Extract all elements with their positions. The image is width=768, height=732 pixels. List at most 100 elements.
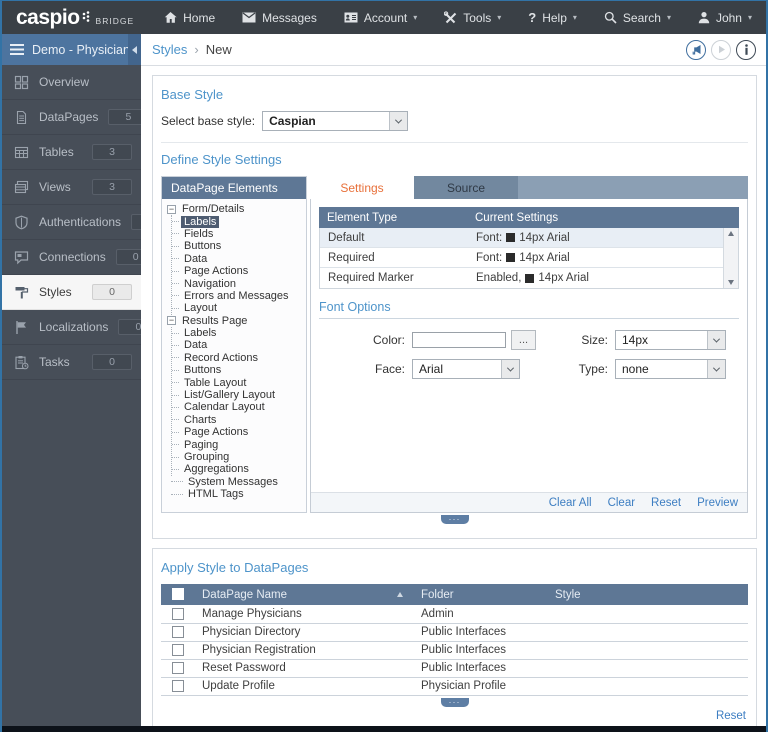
sidebar-item-styles[interactable]: Styles 0 [2, 275, 141, 310]
preview-play-button[interactable] [711, 40, 731, 60]
row-checkbox[interactable] [172, 680, 184, 692]
tree-node-page-actions[interactable]: Page Actions [172, 265, 304, 277]
tasks-icon [14, 355, 29, 370]
nav-search[interactable]: Search ▾ [604, 11, 671, 25]
tree-node-form-details[interactable]: −Form/Details [167, 203, 304, 215]
size-select[interactable]: 14px [615, 330, 726, 350]
base-style-value: Caspian [269, 114, 316, 128]
sidebar-item-authentications[interactable]: Authentications 2 [2, 205, 141, 240]
scroll-up-icon[interactable] [728, 231, 734, 236]
flag-icon [14, 320, 29, 335]
tree-node-paging[interactable]: Paging [172, 438, 304, 450]
tree-node-fields[interactable]: Fields [172, 228, 304, 240]
nav-user[interactable]: John ▾ [698, 11, 752, 25]
folder-column-header[interactable]: Folder [413, 584, 547, 605]
row-checkbox[interactable] [172, 626, 184, 638]
info-button[interactable] [736, 40, 756, 60]
row-checkbox[interactable] [172, 608, 184, 620]
table-row[interactable]: Update Profile Physician Profile [161, 677, 748, 695]
breadcrumb-styles-link[interactable]: Styles [152, 42, 187, 57]
scroll-down-icon[interactable] [728, 280, 734, 285]
table-row[interactable]: Reset Password Public Interfaces [161, 659, 748, 677]
tree-node-layout[interactable]: Layout [172, 302, 304, 314]
nav-label: Tools [463, 11, 491, 25]
tree-node-labels[interactable]: Labels [172, 327, 304, 339]
table-row[interactable]: Physician Registration Public Interfaces [161, 641, 748, 659]
tree-node-grouping[interactable]: Grouping [172, 451, 304, 463]
row-checkbox[interactable] [172, 644, 184, 656]
tree-node-errors-messages[interactable]: Errors and Messages [172, 290, 304, 302]
nav-home[interactable]: Home [164, 11, 215, 25]
reset-selection-link[interactable]: Reset [716, 710, 746, 722]
tree-node-data[interactable]: Data [172, 253, 304, 265]
base-style-select[interactable]: Caspian [262, 111, 408, 131]
sidebar-app-header[interactable]: Demo - Physician ... [2, 34, 141, 65]
font-options-heading: Font Options [319, 300, 739, 319]
search-icon [604, 11, 617, 24]
sidebar-item-overview[interactable]: Overview [2, 65, 141, 100]
tree-node-buttons[interactable]: Buttons [172, 364, 304, 376]
nav-help[interactable]: ? Help ▾ [528, 10, 577, 25]
shield-icon [14, 215, 29, 230]
tree-node-page-actions[interactable]: Page Actions [172, 426, 304, 438]
announcement-button[interactable] [686, 40, 706, 60]
nav-account[interactable]: Account ▾ [344, 11, 417, 25]
select-all-checkbox[interactable] [172, 588, 184, 600]
nav-tools[interactable]: Tools ▾ [444, 11, 501, 25]
sort-ascending-icon [397, 592, 403, 597]
size-label: Size: [536, 333, 608, 347]
element-row-required[interactable]: Required Font:14px Arial [320, 248, 723, 268]
tree-node-list-gallery-layout[interactable]: List/Gallery Layout [172, 389, 304, 401]
face-select[interactable]: Arial [412, 359, 520, 379]
tree-node-charts[interactable]: Charts [172, 414, 304, 426]
tree-node-calendar-layout[interactable]: Calendar Layout [172, 401, 304, 413]
nav-label: Messages [262, 11, 317, 25]
sidebar-item-tasks[interactable]: Tasks 0 [2, 345, 141, 380]
datapage-name-column-header[interactable]: DataPage Name [194, 584, 413, 605]
tree-node-results-page[interactable]: −Results Page [167, 315, 304, 327]
tree-node-labels[interactable]: Labels [172, 215, 304, 227]
preview-link[interactable]: Preview [697, 497, 738, 509]
element-row-default[interactable]: Default Font:14px Arial [320, 228, 723, 248]
tree-node-table-layout[interactable]: Table Layout [172, 376, 304, 388]
chevron-down-icon: ▾ [497, 13, 501, 22]
tab-settings[interactable]: Settings [310, 176, 414, 199]
tab-source[interactable]: Source [414, 176, 518, 199]
sidebar-collapse-button[interactable] [128, 34, 141, 65]
datapage-elements-panel: DataPage Elements −Form/Details Labels F… [161, 176, 307, 513]
count-badge: 3 [92, 179, 132, 195]
sidebar-item-datapages[interactable]: DataPages 5 [2, 100, 141, 135]
views-icon [14, 180, 29, 195]
nav-messages[interactable]: Messages [242, 11, 317, 25]
sidebar-item-localizations[interactable]: Localizations 0 [2, 310, 141, 345]
sidebar-item-label: Styles [39, 285, 72, 299]
panel-resize-handle[interactable] [441, 698, 469, 707]
collapse-icon[interactable]: − [167, 316, 176, 325]
sidebar-item-tables[interactable]: Tables 3 [2, 135, 141, 170]
color-browse-button[interactable]: ... [511, 330, 536, 350]
element-row-required-marker[interactable]: Required Marker Enabled,14px Arial [320, 268, 723, 288]
sidebar-item-connections[interactable]: Connections 0 [2, 240, 141, 275]
tree-node-data[interactable]: Data [172, 339, 304, 351]
style-column-header[interactable]: Style [547, 584, 748, 605]
tree-node-aggregations[interactable]: Aggregations [172, 463, 304, 475]
row-checkbox[interactable] [172, 662, 184, 674]
hamburger-menu-icon[interactable] [2, 44, 32, 55]
clear-all-link[interactable]: Clear All [549, 497, 592, 509]
tree-node-buttons[interactable]: Buttons [172, 240, 304, 252]
table-row[interactable]: Physician Directory Public Interfaces [161, 623, 748, 641]
table-scrollbar[interactable] [723, 228, 738, 288]
panel-resize-handle[interactable] [441, 515, 469, 524]
tree-node-html-tags[interactable]: HTML Tags [167, 488, 304, 500]
tree-node-navigation[interactable]: Navigation [172, 277, 304, 289]
clear-link[interactable]: Clear [608, 497, 635, 509]
reset-link[interactable]: Reset [651, 497, 681, 509]
tree-node-system-messages[interactable]: System Messages [167, 476, 304, 488]
tree-node-record-actions[interactable]: Record Actions [172, 352, 304, 364]
sidebar-item-views[interactable]: Views 3 [2, 170, 141, 205]
collapse-icon[interactable]: − [167, 205, 176, 214]
font-color-picker[interactable] [412, 332, 506, 348]
table-row[interactable]: Manage Physicians Admin [161, 605, 748, 623]
chat-bubble-icon [14, 250, 29, 265]
type-select[interactable]: none [615, 359, 726, 379]
